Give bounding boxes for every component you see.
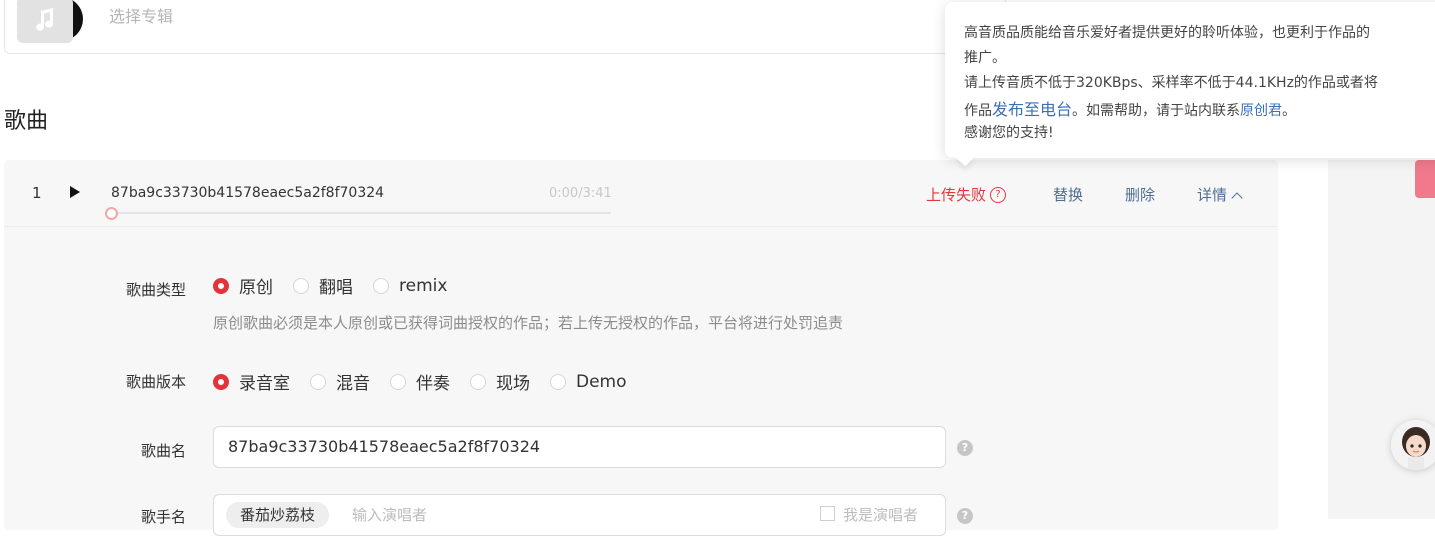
song-version-label: 歌曲版本	[125, 373, 186, 391]
original-contact-link[interactable]: 原创君	[1240, 103, 1282, 119]
play-icon[interactable]	[70, 186, 80, 198]
radio-label: 伴奏	[416, 374, 450, 394]
help-icon[interactable]: ?	[957, 440, 973, 456]
tooltip-line: 推广。	[964, 50, 1006, 66]
song-panel: 1 87ba9c33730b41578eaec5a2f8f70324 0:00/…	[4, 160, 1278, 536]
song-index: 1	[32, 184, 42, 202]
album-thumbnail	[17, 0, 83, 43]
radio-icon	[310, 373, 326, 390]
chevron-up-icon	[1231, 192, 1243, 204]
tooltip-text: 。如需帮助，请于站内联系	[1072, 103, 1241, 119]
upload-status[interactable]: 上传失败 ?	[926, 184, 1007, 205]
radio-instrumental[interactable]: 伴奏	[390, 369, 450, 394]
radio-label: remix	[399, 275, 448, 296]
radio-label: 现场	[496, 374, 530, 394]
song-name-label: 歌曲名	[140, 442, 186, 460]
radio-checked-icon	[213, 277, 229, 294]
delete-button[interactable]: 删除	[1125, 184, 1155, 205]
replace-button[interactable]: 替换	[1053, 184, 1083, 205]
radio-live[interactable]: 现场	[470, 369, 530, 394]
tooltip-text: 。	[1282, 103, 1297, 119]
song-filename: 87ba9c33730b41578eaec5a2f8f70324	[111, 185, 385, 201]
radio-studio[interactable]: 录音室	[213, 369, 290, 394]
progress-bar[interactable]	[111, 212, 611, 214]
song-name-input[interactable]: 87ba9c33730b41578eaec5a2f8f70324	[213, 426, 946, 468]
tooltip-line: 请上传音质不低于320KBps、采样率不低于44.1KHz的作品或者将	[964, 75, 1378, 91]
radio-label: 翻唱	[319, 278, 353, 298]
radio-label: 原创	[239, 278, 273, 298]
details-label: 详情	[1197, 186, 1228, 204]
song-type-hint: 原创歌曲必须是本人原创或已获得词曲授权的作品；若上传无授权的作品，平台将进行处罚…	[213, 314, 844, 332]
radio-icon	[293, 277, 309, 294]
tooltip-line: 感谢您的支持!	[964, 125, 1054, 141]
music-note-icon	[17, 0, 73, 43]
radio-label: Demo	[576, 371, 627, 392]
radio-icon	[373, 277, 389, 294]
upload-status-label: 上传失败	[926, 186, 987, 204]
song-duration: 0:00/3:41	[549, 186, 612, 201]
radio-icon	[470, 373, 486, 390]
radio-icon	[550, 373, 566, 390]
tooltip-line: 高音质品质能给音乐爱好者提供更好的聆听体验，也更利于作品的	[964, 25, 1370, 41]
publish-to-radio-link[interactable]: 发布至电台	[992, 100, 1072, 119]
tooltip-text: 作品	[964, 103, 992, 119]
singer-tag[interactable]: 番茄炒荔枝	[226, 502, 330, 528]
singer-label: 歌手名	[140, 508, 186, 526]
radio-remix[interactable]: remix	[373, 276, 447, 296]
promo-card[interactable]	[1415, 160, 1435, 198]
details-toggle[interactable]: 详情	[1197, 184, 1243, 205]
song-type-radio-group: 原创 翻唱 remix	[213, 273, 467, 298]
help-circle-icon[interactable]: ?	[990, 186, 1007, 203]
song-version-radio-group: 录音室 混音 伴奏 现场 Demo	[213, 369, 647, 394]
album-placeholder: 选择专辑	[109, 7, 174, 26]
song-type-label: 歌曲类型	[125, 281, 186, 299]
radio-checked-icon	[213, 373, 229, 390]
self-singer-label: 我是演唱者	[843, 506, 919, 524]
album-selector[interactable]: 选择专辑	[4, 0, 1006, 54]
radio-original[interactable]: 原创	[213, 273, 273, 298]
radio-cover[interactable]: 翻唱	[293, 273, 353, 298]
radio-label: 录音室	[239, 374, 290, 394]
radio-label: 混音	[336, 374, 370, 394]
radio-demo[interactable]: Demo	[550, 372, 627, 392]
song-header: 1 87ba9c33730b41578eaec5a2f8f70324 0:00/…	[4, 160, 1278, 227]
radio-remix-mix[interactable]: 混音	[310, 369, 370, 394]
section-title: 歌曲	[4, 109, 49, 134]
help-icon[interactable]: ?	[957, 508, 973, 524]
quality-tooltip: 高音质品质能给音乐爱好者提供更好的聆听体验，也更利于作品的 推广。 请上传音质不…	[945, 2, 1435, 167]
radio-icon	[390, 373, 406, 390]
singer-placeholder: 输入演唱者	[352, 506, 428, 524]
progress-knob[interactable]	[105, 207, 118, 220]
self-singer-checkbox[interactable]: 我是演唱者	[820, 495, 918, 535]
tooltip-line: 作品发布至电台。如需帮助，请于站内联系原创君。	[964, 96, 1296, 120]
assistant-avatar[interactable]	[1391, 420, 1435, 470]
singer-input[interactable]: 番茄炒荔枝 输入演唱者 我是演唱者	[213, 494, 946, 536]
